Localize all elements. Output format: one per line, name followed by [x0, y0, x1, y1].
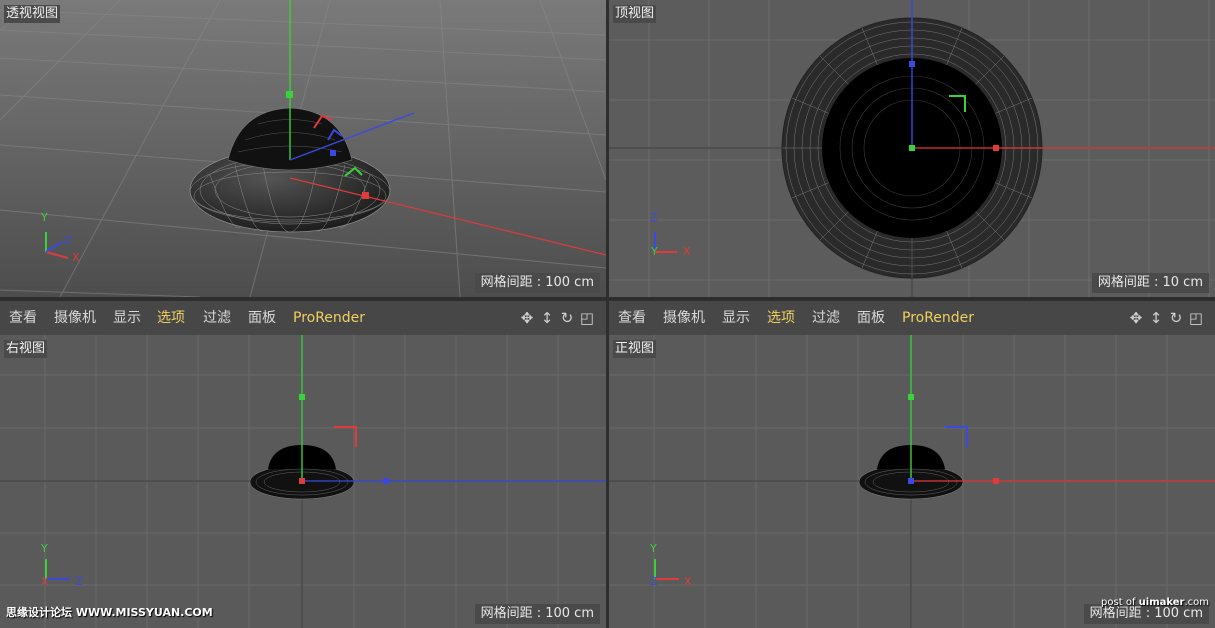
perspective-axis-y-label: Y — [41, 211, 48, 224]
dolly-view-icon[interactable]: ↕ — [538, 308, 556, 328]
menu-camera[interactable]: 摄像机 — [663, 309, 705, 327]
top-view-label: 顶视图 — [613, 5, 657, 23]
right-view-label: 右视图 — [4, 340, 48, 358]
menu-prorender[interactable]: ProRender — [293, 309, 365, 327]
menu-options[interactable]: 选项 — [157, 309, 185, 327]
perspective-view-label: 透视视图 — [4, 5, 61, 23]
menu-filter[interactable]: 过滤 — [203, 309, 231, 327]
rotate-view-icon[interactable]: ↻ — [1167, 308, 1185, 328]
front-view-label: 正视图 — [613, 340, 657, 358]
rotate-view-icon[interactable]: ↻ — [558, 308, 576, 328]
front-axis-x-label: X — [684, 575, 692, 588]
watermark-missyuan: 思缘设计论坛 WWW.MISSYUAN.COM — [6, 606, 213, 619]
perspective-grid-spacing: 网格间距 : 100 cm — [474, 273, 600, 293]
right-grid-spacing: 网格间距 : 100 cm — [474, 604, 600, 624]
menu-prorender[interactable]: ProRender — [902, 309, 974, 327]
top-axis-z-label: Z — [650, 211, 658, 224]
move-view-icon[interactable]: ✥ — [1127, 308, 1145, 328]
menu-display[interactable]: 显示 — [722, 309, 750, 327]
front-axis-y-label: Y — [650, 542, 657, 555]
top-grid-spacing: 网格间距 : 10 cm — [1091, 273, 1209, 293]
perspective-scene — [0, 0, 606, 297]
right-axis-x-label: X — [41, 575, 49, 588]
view-navigation-icons: ✥ ↕ ↻ ◰ — [518, 308, 602, 328]
viewport-perspective[interactable]: 透视视图 Y Z X 网格间距 : 100 cm — [0, 0, 606, 297]
front-scene — [609, 335, 1215, 628]
right-axis-z-label: Z — [75, 575, 83, 588]
menu-camera[interactable]: 摄像机 — [54, 309, 96, 327]
menu-panel[interactable]: 面板 — [248, 309, 276, 327]
move-view-icon[interactable]: ✥ — [518, 308, 536, 328]
top-scene — [609, 0, 1215, 297]
viewport-front[interactable]: 正视图 Y Z X 网格间距 : 100 cm post of uimaker.… — [609, 335, 1215, 628]
dolly-view-icon[interactable]: ↕ — [1147, 308, 1165, 328]
maximize-view-icon[interactable]: ◰ — [578, 308, 596, 328]
front-view-menubar: 查看 摄像机 显示 选项 过滤 面板 ProRender ✥ ↕ ↻ ◰ — [609, 301, 1215, 335]
right-scene — [0, 335, 606, 628]
top-axis-y-label: Y — [651, 245, 658, 258]
maximize-view-icon[interactable]: ◰ — [1187, 308, 1205, 328]
top-axis-x-label: X — [683, 245, 691, 258]
perspective-axis-z-label: Z — [64, 234, 72, 247]
view-navigation-icons: ✥ ↕ ↻ ◰ — [1127, 308, 1211, 328]
perspective-axis-x-label: X — [72, 251, 80, 264]
menu-display[interactable]: 显示 — [113, 309, 141, 327]
right-view-menubar: 查看 摄像机 显示 选项 过滤 面板 ProRender ✥ ↕ ↻ ◰ — [0, 301, 606, 335]
menu-panel[interactable]: 面板 — [857, 309, 885, 327]
viewport-top[interactable]: 顶视图 Z Y X 网格间距 : 10 cm — [609, 0, 1215, 297]
viewport-right[interactable]: 右视图 Y X Z 网格间距 : 100 cm 思缘设计论坛 WWW.MISSY… — [0, 335, 606, 628]
front-axis-z-label: Z — [650, 575, 658, 588]
menu-filter[interactable]: 过滤 — [812, 309, 840, 327]
menu-view[interactable]: 查看 — [618, 309, 646, 327]
right-axis-y-label: Y — [41, 542, 48, 555]
watermark-uimaker: post of uimaker.com — [1101, 597, 1209, 608]
menu-options[interactable]: 选项 — [767, 309, 795, 327]
menu-view[interactable]: 查看 — [9, 309, 37, 327]
